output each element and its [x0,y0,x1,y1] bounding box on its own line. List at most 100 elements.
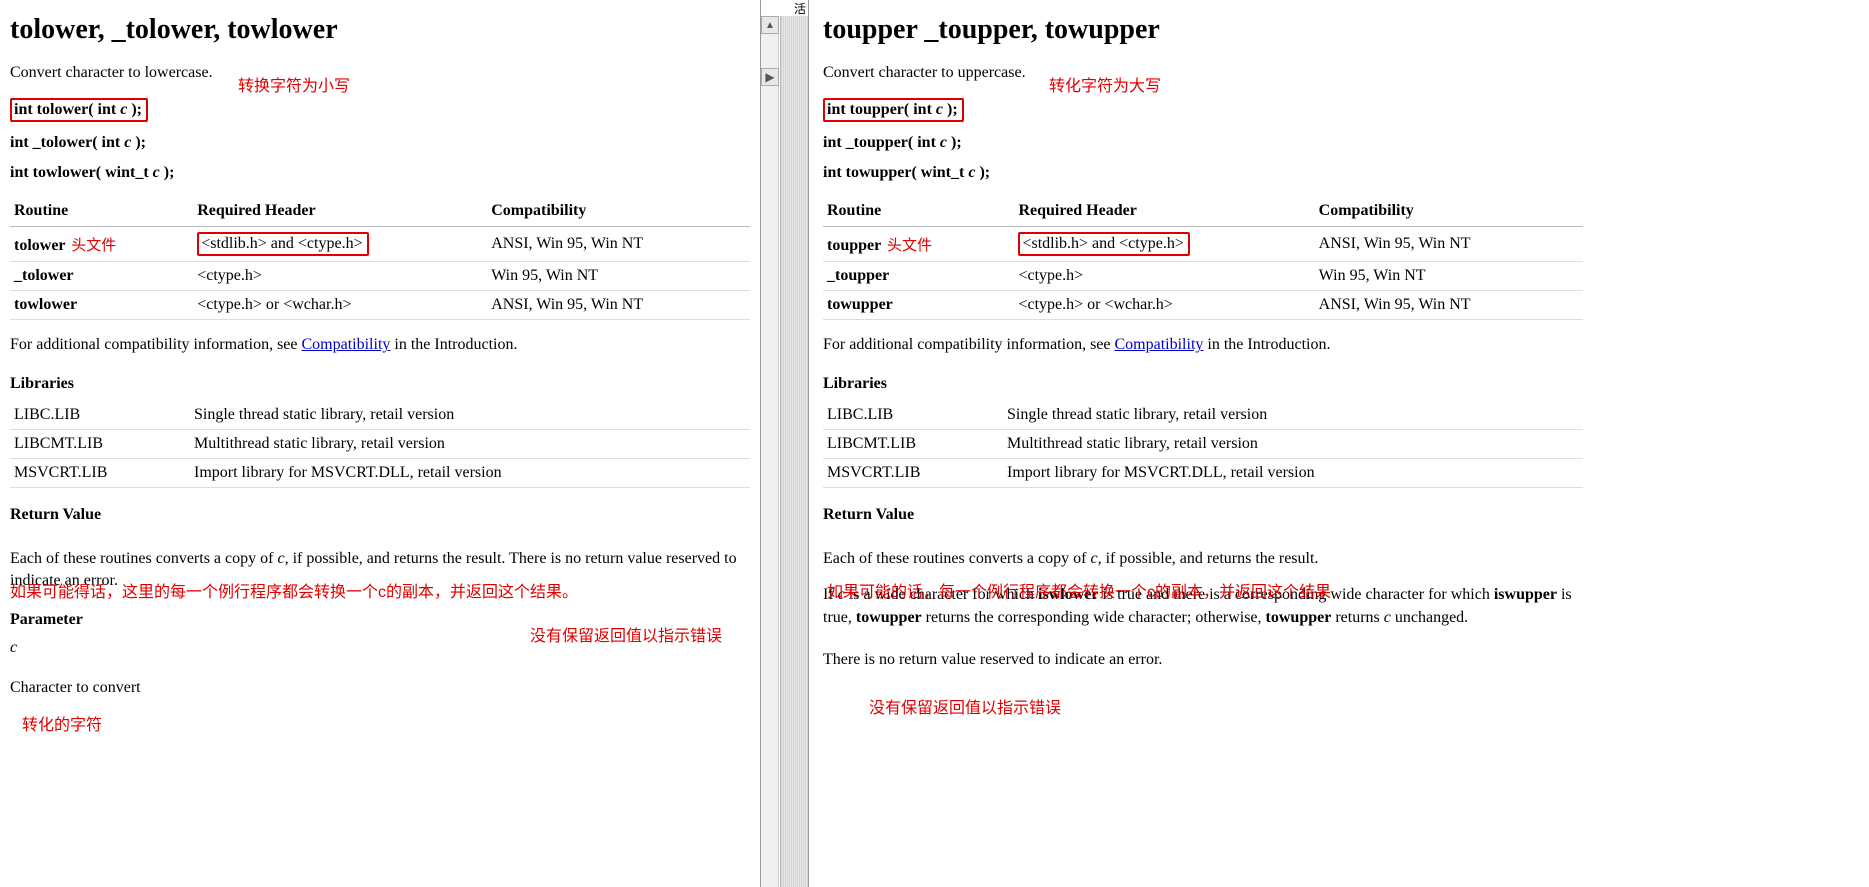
sig1-part-a: int tolower( int [14,101,120,118]
signature-3-left: int towlower( wint_t c ); [10,164,750,182]
lib-desc: Import library for MSVCRT.DLL, retail ve… [1003,458,1583,487]
cell-header: <stdlib.h> and <ctype.h> [1014,227,1314,262]
table-row: _tolower <ctype.h> Win 95, Win NT [10,262,750,291]
return-value-heading-right: Return Value [823,506,1859,524]
sig2-part-a: int _tolower( int [10,134,124,151]
divider-label: 活 [794,0,806,17]
table-row: LIBCMT.LIB Multithread static library, r… [823,429,1583,458]
sig1-redbox-right: int toupper( int c ); [823,98,964,122]
desc-left: Convert character to lowercase. [10,62,750,84]
annot-desc-left: 转换字符为小写 [238,72,350,96]
annot-no-error-left: 没有保留返回值以指示错误 [530,622,722,646]
annot-no-error-right: 没有保留返回值以指示错误 [869,694,1061,718]
table-row: MSVCRT.LIB Import library for MSVCRT.DLL… [823,458,1583,487]
compat-link-left[interactable]: Compatibility [302,336,391,353]
lib-desc: Multithread static library, retail versi… [1003,429,1583,458]
signature-3-right: int towupper( wint_t c ); [823,164,1859,182]
rv-a: Each of these routines converts a copy o… [823,550,1090,567]
col-required-header: Required Header [193,196,487,227]
libraries-table-left: LIBC.LIB Single thread static library, r… [10,401,750,488]
annot-header-file-left: 头文件 [71,237,116,254]
lib-name: LIBCMT.LIB [823,429,1003,458]
annot-return-value-right: 如果可能的话，每一个例行程序都会转换一个c的副本，并返回这个结果 [827,578,1331,602]
annot-return-value-left: 如果可能得话，这里的每一个例行程序都会转换一个c的副本，并返回这个结果。 [10,578,578,602]
header-redbox-left: <stdlib.h> and <ctype.h> [197,232,368,256]
next-page-button[interactable]: ▶ [761,68,779,86]
splitter-handle[interactable] [780,16,808,887]
sig3-part-a: int towupper( wint_t [823,164,968,181]
lib-desc: Multithread static library, retail versi… [190,429,750,458]
page-title-left: tolower, _tolower, towlower [10,14,750,46]
sig1-redbox-left: int tolower( int c ); [10,98,148,122]
compat-a: For additional compatibility information… [10,336,302,353]
sig2-part-c: ); [131,134,146,151]
rv-a: Each of these routines converts a copy o… [10,550,277,567]
pane-divider[interactable]: 活 ▲ ▶ [760,0,809,887]
compat-b: in the Introduction. [1203,336,1330,353]
routine-name: tolower [14,237,65,254]
annot-desc-right: 转化字符为大写 [1049,72,1161,96]
col-compatibility: Compatibility [487,196,750,227]
cell-header: <ctype.h> [193,262,487,291]
sig2-param: c [940,134,947,151]
table-row: MSVCRT.LIB Import library for MSVCRT.DLL… [10,458,750,487]
lib-desc: Import library for MSVCRT.DLL, retail ve… [190,458,750,487]
cell-routine: towlower [10,291,193,320]
chevron-up-icon: ▲ [765,20,775,31]
cell-compat: ANSI, Win 95, Win NT [1315,227,1583,262]
signature-2-right: int _toupper( int c ); [823,134,1859,152]
chevron-right-icon: ▶ [765,70,774,85]
cell-routine: towupper [823,291,1014,320]
table-header-row: Routine Required Header Compatibility [823,196,1583,227]
lib-name: MSVCRT.LIB [10,458,190,487]
table-row: _toupper <ctype.h> Win 95, Win NT [823,262,1583,291]
required-header-table-left: Routine Required Header Compatibility to… [10,196,750,320]
libraries-table-right: LIBC.LIB Single thread static library, r… [823,401,1583,488]
rv-b: c, [1090,550,1101,567]
sig2-part-c: ); [947,134,962,151]
signature-1-right: int toupper( int c ); [823,98,1859,122]
scroll-up-button[interactable]: ▲ [761,16,779,34]
w-k: returns [1331,609,1383,626]
routine-name: toupper [827,237,881,254]
sig3-param: c [153,164,160,181]
table-header-row: Routine Required Header Compatibility [10,196,750,227]
page-title-right: toupper _toupper, towupper [823,14,1859,46]
lib-name: LIBC.LIB [823,401,1003,430]
sig3-part-c: ); [160,164,175,181]
sig1-param: c [936,101,943,118]
param-desc-left: Character to convert [10,677,750,699]
annot-param-left: 转化的字符 [22,711,102,735]
scrollbar-track[interactable]: ▲ ▶ [761,16,779,887]
right-doc-pane: toupper _toupper, towupper Convert chara… [809,0,1869,887]
left-doc-pane: tolower, _tolower, towlower Convert char… [0,0,760,887]
table-row: LIBC.LIB Single thread static library, r… [823,401,1583,430]
compat-a: For additional compatibility information… [823,336,1115,353]
lib-desc: Single thread static library, retail ver… [190,401,750,430]
compat-link-right[interactable]: Compatibility [1115,336,1204,353]
compat-note-right: For additional compatibility information… [823,334,1859,356]
header-redbox-right: <stdlib.h> and <ctype.h> [1018,232,1189,256]
sig1-part-c: ); [127,101,142,118]
cell-header: <ctype.h> or <wchar.h> [1014,291,1314,320]
cell-routine: toupper 头文件 [823,227,1014,262]
col-routine: Routine [10,196,193,227]
w-i: returns the corresponding wide character… [922,609,1266,626]
sig1-part-c: ); [943,101,958,118]
annot-header-file-right: 头文件 [887,237,932,254]
sig1-part-a: int toupper( int [827,101,936,118]
cell-routine: _tolower [10,262,193,291]
sig2-part-a: int _toupper( int [823,134,940,151]
col-required-header: Required Header [1014,196,1314,227]
desc-text: Convert character to lowercase. [10,64,213,81]
sig3-part-a: int towlower( wint_t [10,164,153,181]
signature-1-left: int tolower( int c ); [10,98,750,122]
libraries-heading-right: Libraries [823,375,1859,393]
cell-header: <stdlib.h> and <ctype.h> [193,227,487,262]
table-row: LIBC.LIB Single thread static library, r… [10,401,750,430]
cell-routine: tolower 头文件 [10,227,193,262]
cell-compat: Win 95, Win NT [1315,262,1583,291]
lib-name: MSVCRT.LIB [823,458,1003,487]
lib-desc: Single thread static library, retail ver… [1003,401,1583,430]
table-row: toupper 头文件 <stdlib.h> and <ctype.h> ANS… [823,227,1583,262]
